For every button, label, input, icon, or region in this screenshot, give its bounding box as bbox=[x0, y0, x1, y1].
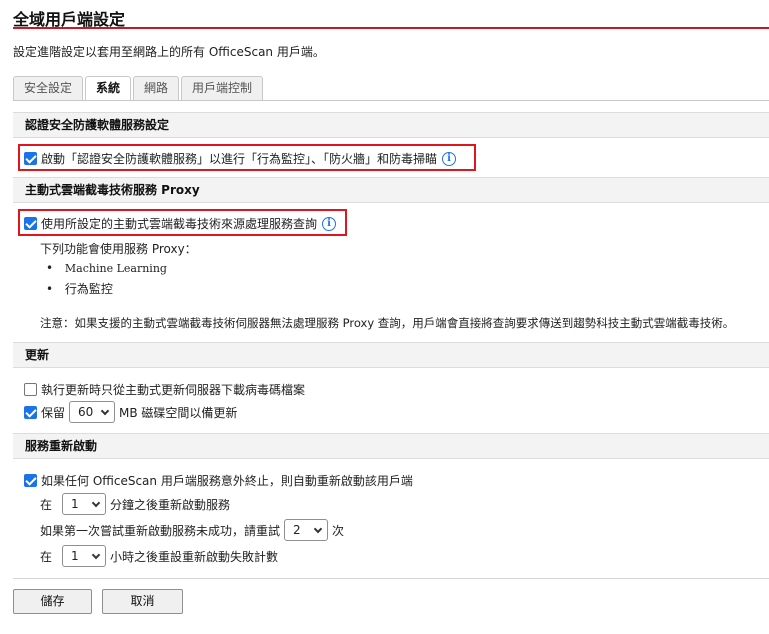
list-item: • Machine Learning bbox=[46, 261, 167, 275]
bullet-dot: • bbox=[46, 282, 54, 296]
chevron-down-icon bbox=[91, 498, 101, 507]
feature-item-label: 行為監控 bbox=[64, 282, 113, 296]
restart-retries-row: 如果第一次嘗試重新啟動服務未成功，請重試 2 次 bbox=[40, 519, 344, 541]
chevron-down-icon bbox=[100, 406, 110, 415]
restart-hours-suffix: 小時之後重設重新啟動失敗計數 bbox=[110, 549, 279, 564]
restart-heading: 服務重新啟動 bbox=[13, 433, 769, 459]
info-icon[interactable]: i bbox=[322, 216, 337, 231]
restart-retries-suffix: 次 bbox=[332, 523, 345, 538]
restart-minutes-prefix: 在 bbox=[40, 497, 53, 512]
reserve-mb-value: 60 bbox=[78, 405, 94, 419]
tab-underline bbox=[13, 100, 769, 101]
proxy-note: 注意：如果支援的主動式雲端截毒技術伺服器無法處理服務 Proxy 查詢，用戶端會… bbox=[40, 316, 735, 330]
title-divider bbox=[13, 27, 769, 29]
restart-minutes-suffix: 分鐘之後重新啟動服務 bbox=[110, 497, 231, 512]
feature-item-label: Machine Learning bbox=[64, 262, 167, 275]
proxy-heading: 主動式雲端截毒技術服務 Proxy bbox=[13, 177, 769, 203]
tab-security-settings[interactable]: 安全設定 bbox=[13, 76, 84, 100]
restart-hours-prefix: 在 bbox=[40, 549, 53, 564]
certified-av-label: 啟動「認證安全防護軟體服務」以進行「行為監控」、「防火牆」和防毒掃瞄 bbox=[41, 152, 438, 166]
intro-prefix: 設定進階設定以套用至網路上的所有 bbox=[13, 45, 209, 59]
certified-av-checkbox[interactable] bbox=[24, 152, 37, 165]
bullet-dot: • bbox=[46, 261, 54, 275]
list-item: • 行為監控 bbox=[46, 280, 113, 297]
update-download-option: 執行更新時只從主動式更新伺服器下載病毒碼檔案 bbox=[24, 381, 305, 398]
reserve-mb-select[interactable]: 60 bbox=[69, 401, 116, 423]
restart-retries-select[interactable]: 2 bbox=[284, 519, 329, 541]
info-icon[interactable]: i bbox=[442, 151, 457, 166]
restart-minutes-select[interactable]: 1 bbox=[62, 493, 107, 515]
restart-retries-prefix: 如果第一次嘗試重新啟動服務未成功，請重試 bbox=[40, 523, 281, 538]
intro-product: OfficeScan bbox=[208, 45, 274, 59]
update-reserve-checkbox[interactable] bbox=[24, 405, 37, 419]
certified-av-option: 啟動「認證安全防護軟體服務」以進行「行為監控」、「防火牆」和防毒掃瞄 i bbox=[24, 150, 457, 167]
restart-auto-checkbox[interactable] bbox=[24, 474, 37, 487]
restart-auto-label: 如果任何 OfficeScan 用戶端服務意外終止，則自動重新啟動該用戶端 bbox=[41, 474, 413, 488]
update-heading: 更新 bbox=[13, 342, 769, 368]
chevron-down-icon bbox=[313, 524, 323, 533]
cancel-button[interactable]: 取消 bbox=[102, 589, 183, 614]
update-download-label: 執行更新時只從主動式更新伺服器下載病毒碼檔案 bbox=[41, 383, 306, 397]
save-button[interactable]: 儲存 bbox=[13, 589, 92, 614]
tab-network[interactable]: 網路 bbox=[133, 76, 180, 100]
update-reserve-prefix: 保留 bbox=[41, 405, 66, 420]
update-download-checkbox[interactable] bbox=[24, 383, 37, 396]
certified-av-heading: 認證安全防護軟體服務設定 bbox=[13, 112, 769, 138]
intro-suffix: 用戶端。 bbox=[273, 45, 325, 59]
proxy-label: 使用所設定的主動式雲端截毒技術來源處理服務查詢 bbox=[41, 217, 318, 231]
restart-minutes-value: 1 bbox=[71, 497, 79, 511]
chevron-down-icon bbox=[91, 550, 101, 559]
restart-hours-row: 在 1 小時之後重設重新啟動失敗計數 bbox=[40, 545, 278, 567]
restart-auto-option: 如果任何 OfficeScan 用戶端服務意外終止，則自動重新啟動該用戶端 bbox=[24, 472, 413, 489]
tab-bar: 安全設定 系統 網路 用戶端控制 bbox=[13, 76, 265, 101]
proxy-option: 使用所設定的主動式雲端截毒技術來源處理服務查詢 i bbox=[24, 215, 337, 232]
restart-minutes-row: 在 1 分鐘之後重新啟動服務 bbox=[40, 493, 230, 515]
footer-divider bbox=[13, 578, 769, 579]
update-reserve-option: 保留 60 MB 磁碟空間以備更新 bbox=[24, 401, 237, 423]
restart-hours-select[interactable]: 1 bbox=[62, 545, 107, 567]
restart-retries-value: 2 bbox=[293, 523, 301, 537]
update-reserve-suffix: MB 磁碟空間以備更新 bbox=[119, 405, 238, 420]
tab-system[interactable]: 系統 bbox=[85, 76, 132, 101]
page-intro: 設定進階設定以套用至網路上的所有 OfficeScan 用戶端。 bbox=[13, 43, 325, 60]
restart-hours-value: 1 bbox=[71, 549, 79, 563]
tab-client-control[interactable]: 用戶端控制 bbox=[181, 76, 264, 100]
proxy-checkbox[interactable] bbox=[24, 217, 37, 230]
proxy-features-intro: 下列功能會使用服務 Proxy： bbox=[40, 242, 197, 256]
